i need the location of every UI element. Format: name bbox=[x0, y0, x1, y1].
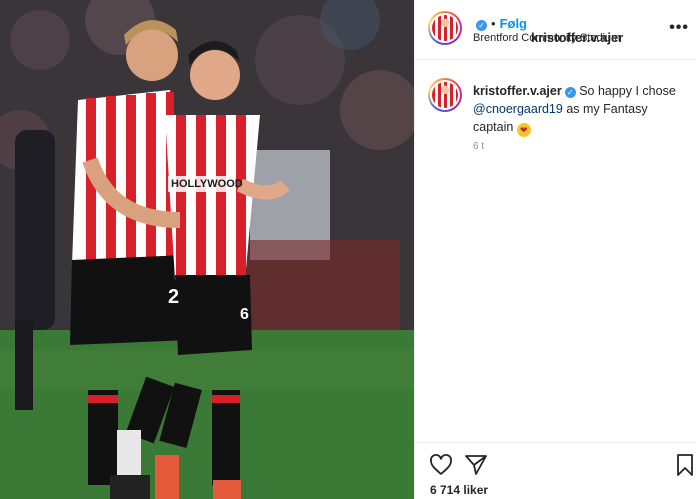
caption-avatar[interactable] bbox=[428, 78, 462, 112]
post-photo[interactable]: HOLLYWOOD 2 6 bbox=[0, 0, 414, 499]
follow-button[interactable]: Følg bbox=[500, 16, 527, 31]
post-header: kristoffer.v.ajer ✓ • Følg Brentford Commun… bbox=[415, 0, 696, 60]
heart-icon[interactable] bbox=[429, 453, 453, 477]
bookmark-icon[interactable] bbox=[673, 453, 696, 477]
separator-dot: • bbox=[491, 16, 496, 31]
more-options-icon[interactable]: ••• bbox=[669, 19, 689, 37]
header-user-line: kristoffer.v.ajer ✓ • Følg bbox=[473, 15, 623, 45]
verified-badge-icon: ✓ bbox=[476, 20, 487, 31]
caption-text-before: So happy I chose bbox=[579, 84, 676, 98]
paper-plane-icon[interactable] bbox=[464, 453, 488, 477]
likes-count[interactable]: 6 714 liker bbox=[430, 483, 488, 497]
avatar[interactable] bbox=[428, 11, 462, 45]
mention-link[interactable]: @cnoergaard19 bbox=[473, 102, 563, 116]
jersey-number-right: 6 bbox=[240, 306, 249, 323]
location-link[interactable]: Brentford Community Stadium bbox=[473, 32, 620, 44]
post-sidebar: kristoffer.v.ajer ✓ • Følg Brentford Commun… bbox=[414, 0, 696, 499]
caption-text: kristoffer.v.ajer ✓ So happy I chose @cno… bbox=[473, 82, 687, 137]
caption-username-link[interactable]: kristoffer.v.ajer bbox=[473, 84, 562, 98]
jersey-number-left: 2 bbox=[168, 286, 180, 308]
football-players-image bbox=[0, 0, 414, 499]
verified-badge-icon: ✓ bbox=[564, 87, 576, 98]
post-timestamp[interactable]: 6 t bbox=[473, 141, 484, 152]
heart-eyes-emoji-icon: ❤ bbox=[516, 123, 531, 137]
post-actions-bar: 6 714 liker bbox=[415, 442, 696, 499]
jersey-sponsor-text: HOLLYWOOD bbox=[171, 178, 243, 190]
